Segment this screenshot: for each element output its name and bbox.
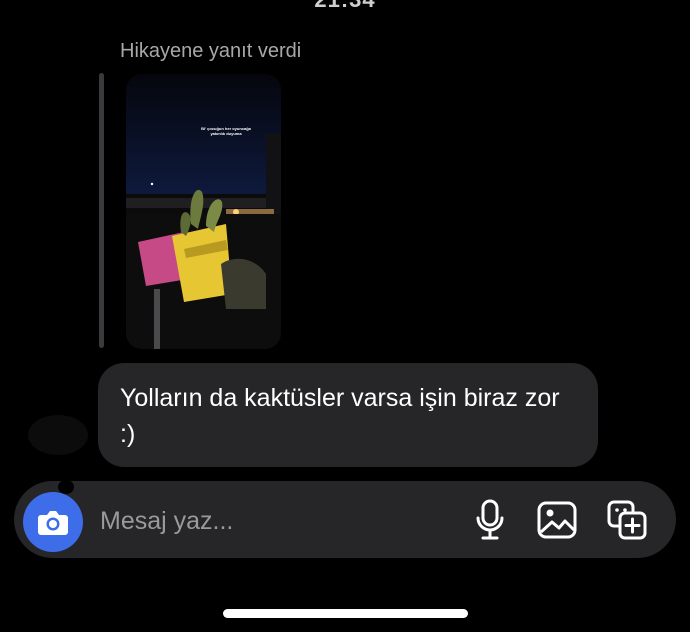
sticker-button[interactable] — [606, 498, 648, 542]
story-thumbnail[interactable]: Bi' çocuğun her oyuncağa yakınlık duyuma — [126, 74, 281, 349]
status-time: 21:34 — [0, 0, 690, 13]
camera-button-notch — [58, 480, 74, 494]
message-input[interactable] — [98, 500, 442, 542]
gallery-button[interactable] — [536, 498, 578, 542]
microphone-icon — [476, 499, 504, 540]
story-image — [126, 74, 281, 349]
home-indicator[interactable] — [223, 609, 468, 618]
camera-button[interactable] — [23, 492, 83, 552]
message-bubble[interactable]: Yolların da kaktüsler varsa işin biraz z… — [98, 363, 598, 467]
image-icon — [537, 501, 577, 539]
add-sticker-icon — [607, 500, 647, 540]
avatar-placeholder — [28, 415, 88, 455]
microphone-button[interactable] — [469, 498, 511, 542]
camera-icon — [38, 511, 68, 535]
message-text: Yolların da kaktüsler varsa işin biraz z… — [120, 384, 560, 448]
story-reply-label: Hikayene yanıt verdi — [120, 40, 302, 62]
story-caption: Bi' çocuğun her oyuncağa yakınlık duyuma — [201, 126, 251, 136]
reply-indicator-bar — [99, 73, 104, 348]
